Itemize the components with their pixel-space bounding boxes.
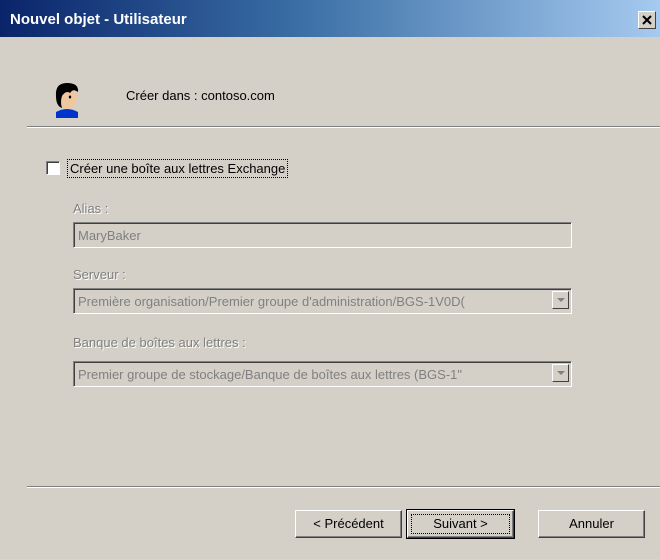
separator — [27, 126, 660, 128]
chevron-down-icon — [557, 371, 565, 375]
server-value: Première organisation/Premier groupe d'a… — [78, 294, 465, 309]
store-dropdown-button[interactable] — [552, 364, 569, 382]
back-button[interactable]: < Précédent — [295, 510, 402, 538]
server-label: Serveur : — [73, 267, 126, 282]
close-icon — [642, 15, 652, 25]
separator — [27, 486, 660, 488]
next-button-label: Suivant > — [433, 516, 488, 531]
store-label: Banque de boîtes aux lettres : — [73, 335, 246, 350]
create-in-label: Créer dans : contoso.com — [126, 88, 275, 103]
cancel-button[interactable]: Annuler — [538, 510, 645, 538]
title-bar[interactable]: Nouvel objet - Utilisateur — [0, 0, 660, 37]
alias-value: MaryBaker — [78, 228, 141, 243]
create-mailbox-label[interactable]: Créer une boîte aux lettres Exchange — [66, 159, 289, 178]
dialog-window: Nouvel objet - Utilisateur Créer dans : … — [0, 0, 660, 559]
create-mailbox-checkbox[interactable] — [46, 161, 60, 175]
close-button[interactable] — [638, 11, 656, 29]
chevron-down-icon — [557, 298, 565, 302]
alias-field[interactable]: MaryBaker — [73, 222, 572, 248]
store-value: Premier groupe de stockage/Banque de boî… — [78, 367, 462, 382]
window-title: Nouvel objet - Utilisateur — [10, 11, 187, 28]
user-icon — [55, 83, 79, 118]
next-button[interactable]: Suivant > — [406, 509, 515, 539]
server-dropdown-button[interactable] — [552, 291, 569, 309]
store-select[interactable]: Premier groupe de stockage/Banque de boî… — [73, 361, 572, 387]
alias-label: Alias : — [73, 201, 109, 216]
server-select[interactable]: Première organisation/Premier groupe d'a… — [73, 288, 572, 314]
